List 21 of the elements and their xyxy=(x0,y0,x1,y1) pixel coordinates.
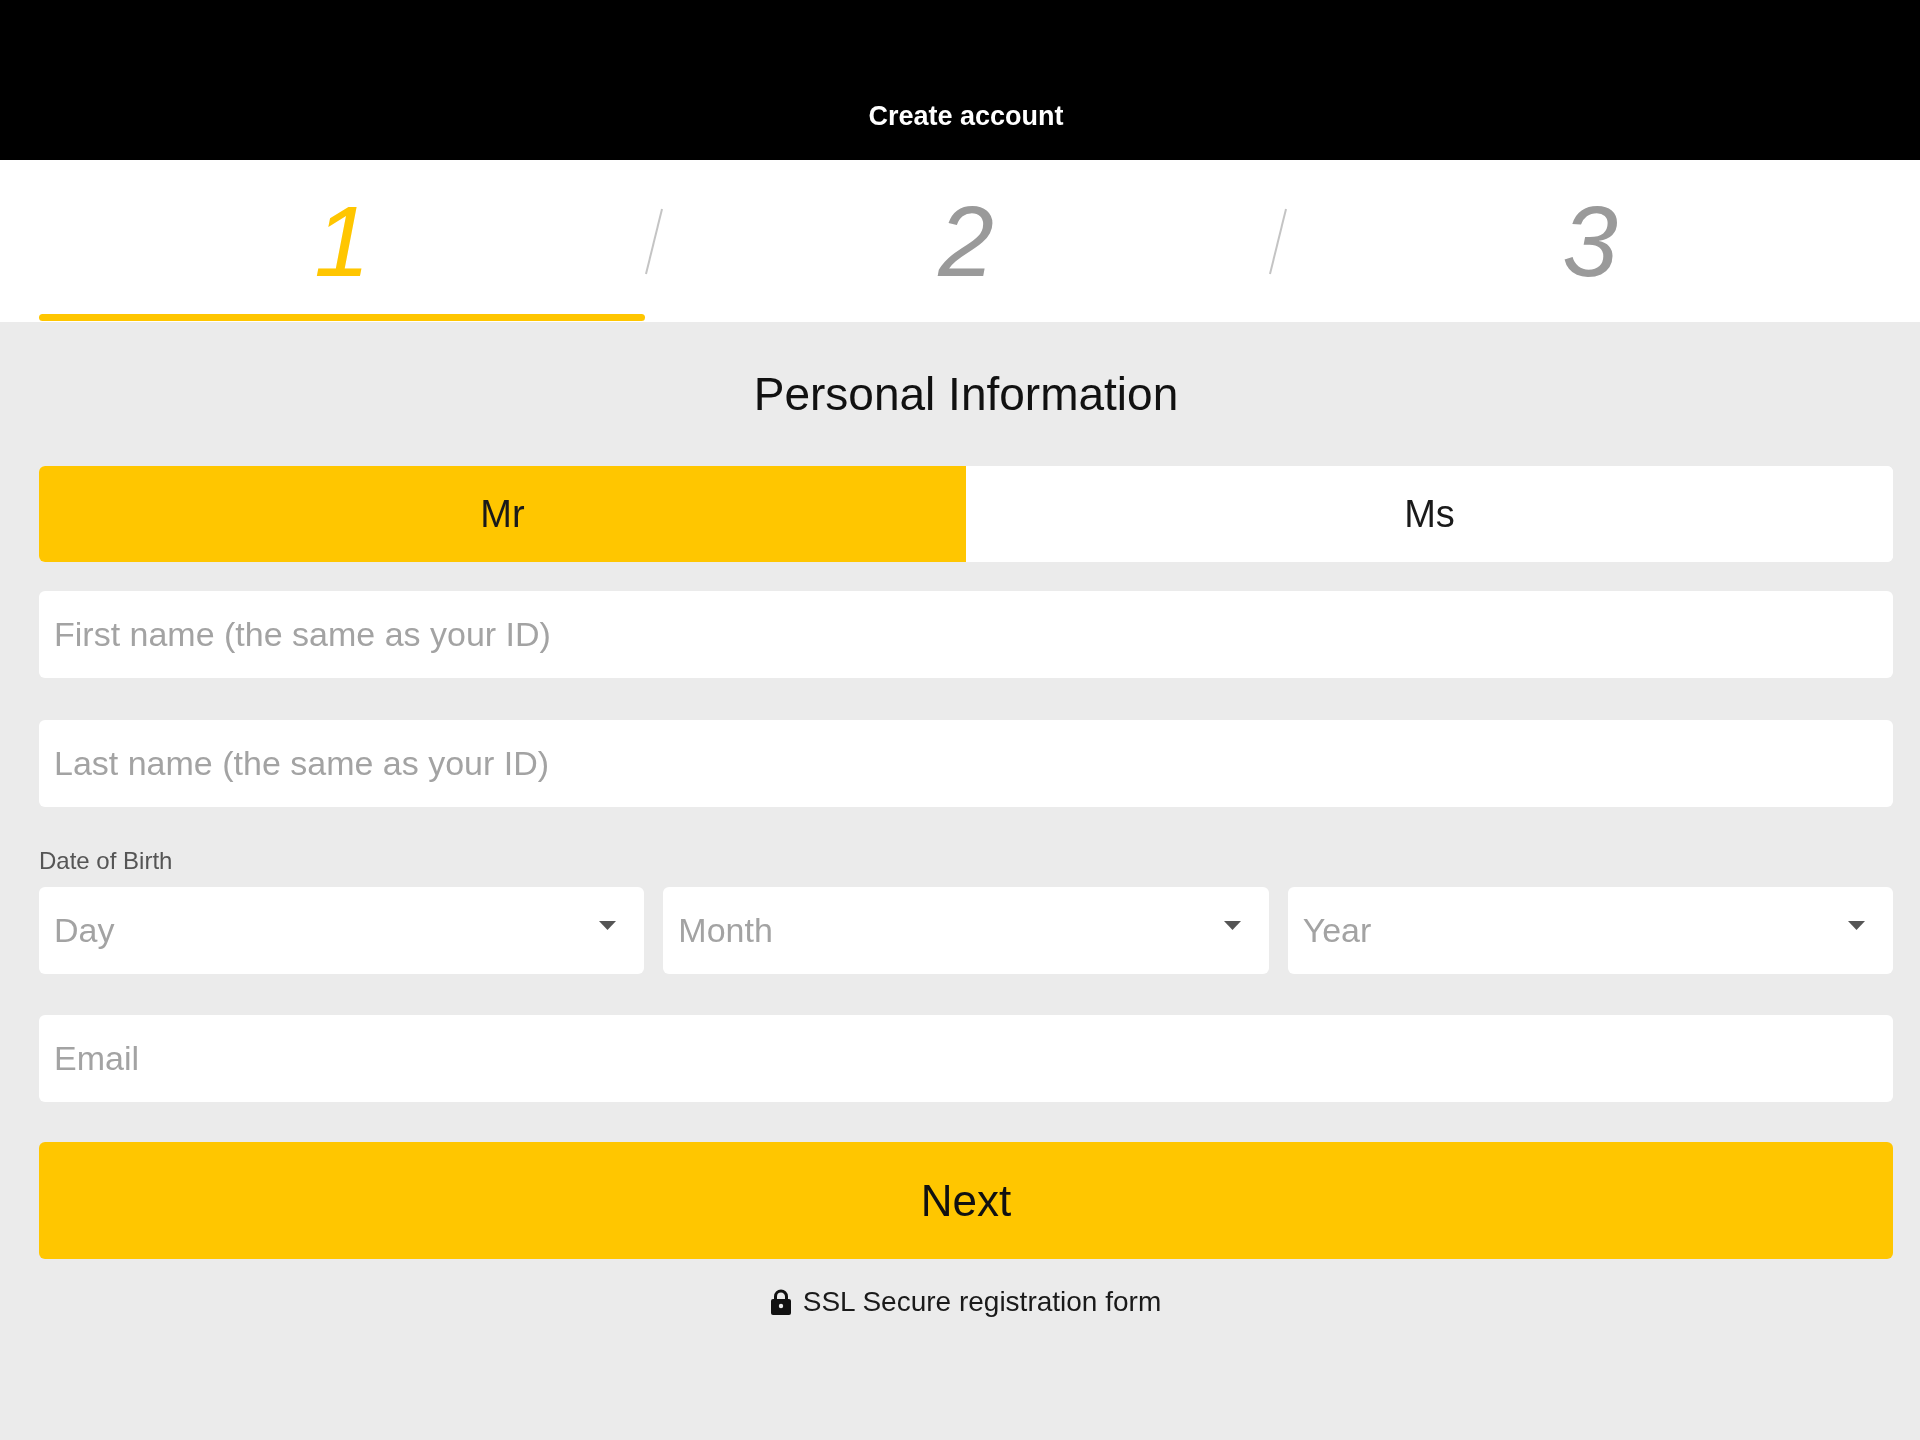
step-indicator: 2 xyxy=(936,184,995,299)
lock-icon xyxy=(770,1289,791,1315)
name-input[interactable]: First name (the same as your ID) xyxy=(39,591,1893,678)
step-indicator: 1 xyxy=(39,160,645,322)
security-note: SSL Secure registration form xyxy=(802,1285,1162,1319)
date-dropdown[interactable]: Month xyxy=(663,887,1269,974)
caret-icon xyxy=(1223,921,1241,930)
caret-icon xyxy=(599,921,617,930)
slash-divider-icon xyxy=(645,208,663,275)
date-of-birth-label: Date of Birth xyxy=(39,847,173,875)
section-title: Personal Information xyxy=(753,367,1179,422)
email-input[interactable]: Email xyxy=(39,1015,1893,1102)
slash-divider-icon xyxy=(1269,208,1287,275)
page-title: Create account xyxy=(868,100,1064,132)
next-button[interactable]: Next xyxy=(39,1142,1893,1259)
date-dropdown[interactable]: Day xyxy=(39,887,645,974)
name-input[interactable]: Last name (the same as your ID) xyxy=(39,720,1893,807)
date-dropdown[interactable]: Year xyxy=(1287,887,1893,974)
caret-icon xyxy=(1848,921,1865,930)
salutation-option[interactable]: Mr xyxy=(39,466,966,562)
step-indicator: 3 xyxy=(1561,184,1619,299)
